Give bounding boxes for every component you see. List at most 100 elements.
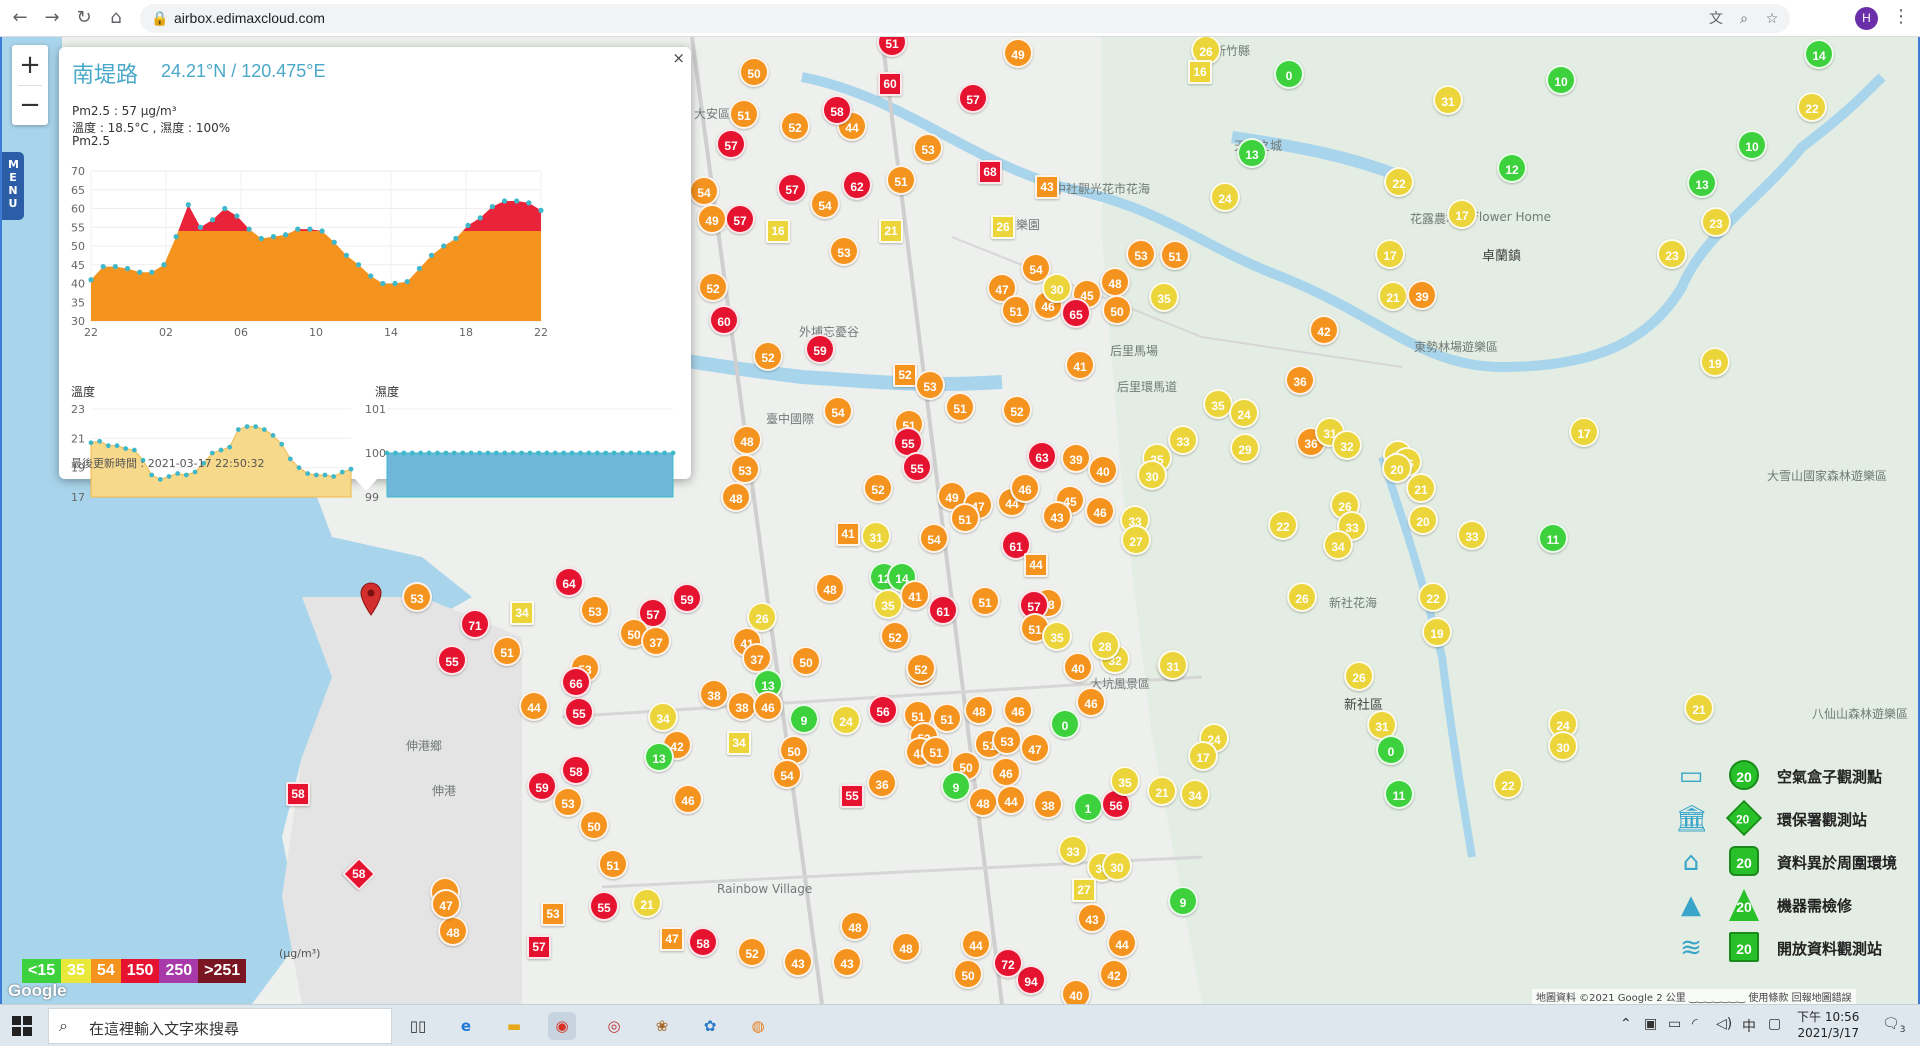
station-marker[interactable]: 53 <box>730 454 760 484</box>
battery-icon[interactable]: ▭ <box>1668 1016 1681 1032</box>
station-marker[interactable]: 48 <box>721 482 751 512</box>
station-marker[interactable]: 34 <box>510 601 534 625</box>
station-marker[interactable]: 39 <box>1061 443 1091 473</box>
station-marker[interactable]: 22 <box>1493 769 1523 799</box>
station-marker[interactable]: 55 <box>564 697 594 727</box>
station-marker[interactable]: 57 <box>958 83 988 113</box>
station-marker[interactable]: 51 <box>945 392 975 422</box>
station-marker[interactable]: 40 <box>1061 979 1091 1004</box>
station-marker[interactable]: 43 <box>1035 175 1059 199</box>
app-icon[interactable]: ◎ <box>600 1012 628 1040</box>
station-marker[interactable]: 46 <box>1003 695 1033 725</box>
station-marker[interactable]: 35 <box>1042 621 1072 651</box>
station-marker[interactable]: 16 <box>766 219 790 243</box>
station-marker[interactable]: 63 <box>1027 441 1057 471</box>
edge-icon[interactable]: e <box>452 1012 480 1040</box>
station-marker[interactable]: 53 <box>913 133 943 163</box>
station-marker[interactable]: 53 <box>915 370 945 400</box>
station-marker[interactable]: 33 <box>1058 835 1088 865</box>
station-marker[interactable]: 57 <box>777 173 807 203</box>
station-marker[interactable]: 51 <box>729 99 759 129</box>
taskbar-search[interactable]: ⌕ 在這裡輸入文字來搜尋 <box>48 1008 392 1044</box>
station-marker[interactable]: 17 <box>1375 239 1405 269</box>
station-marker[interactable]: 54 <box>810 189 840 219</box>
station-marker[interactable]: 30 <box>1102 851 1132 881</box>
tray-app-icon[interactable]: ▣ <box>1644 1016 1657 1032</box>
station-marker[interactable]: 43 <box>1042 501 1072 531</box>
station-marker[interactable]: 61 <box>928 595 958 625</box>
station-marker[interactable]: 50 <box>953 959 983 989</box>
menu-tab[interactable]: MENU <box>2 152 24 220</box>
station-marker[interactable]: 39 <box>1407 280 1437 310</box>
station-marker[interactable]: 53 <box>829 236 859 266</box>
station-marker[interactable]: 52 <box>863 473 893 503</box>
station-marker[interactable]: 46 <box>753 691 783 721</box>
station-marker[interactable]: 53 <box>580 595 610 625</box>
station-marker[interactable]: 31 <box>861 521 891 551</box>
station-marker[interactable]: 21 <box>1406 473 1436 503</box>
station-marker[interactable]: 33 <box>1457 520 1487 550</box>
zoom-icon[interactable]: ⌕ <box>1734 9 1754 29</box>
station-marker[interactable]: 56 <box>868 695 898 725</box>
station-marker[interactable]: 24 <box>1210 182 1240 212</box>
station-marker[interactable]: 26 <box>1287 582 1317 612</box>
station-marker[interactable]: 33 <box>1168 425 1198 455</box>
station-marker[interactable]: 19 <box>1422 617 1452 647</box>
station-marker[interactable]: 48 <box>964 695 994 725</box>
taskbar-clock[interactable]: 下午 10:56 2021/3/17 <box>1797 1009 1859 1041</box>
station-marker[interactable]: 65 <box>1061 298 1091 328</box>
station-marker[interactable]: 57 <box>716 129 746 159</box>
station-marker[interactable]: 58 <box>342 857 376 891</box>
station-marker[interactable]: 72 <box>993 948 1023 978</box>
station-marker[interactable]: 52 <box>906 653 936 683</box>
station-marker[interactable]: 38 <box>699 679 729 709</box>
home-icon[interactable]: ⌂ <box>104 6 128 30</box>
station-marker[interactable]: 54 <box>919 523 949 553</box>
station-marker[interactable]: 27 <box>1121 525 1151 555</box>
zoom-in-button[interactable]: + <box>12 45 48 85</box>
station-marker[interactable]: 34 <box>1323 530 1353 560</box>
station-marker[interactable]: 50 <box>1102 295 1132 325</box>
station-marker[interactable]: 53 <box>992 725 1022 755</box>
station-marker[interactable]: 22 <box>1268 510 1298 540</box>
station-marker[interactable]: 17 <box>1569 417 1599 447</box>
station-marker[interactable]: 52 <box>753 341 783 371</box>
station-marker[interactable]: 66 <box>561 667 591 697</box>
station-marker[interactable]: 47 <box>431 889 461 919</box>
station-marker[interactable]: 51 <box>970 586 1000 616</box>
station-marker[interactable]: 19 <box>1700 347 1730 377</box>
station-marker[interactable]: 49 <box>1003 38 1033 68</box>
star-icon[interactable]: ☆ <box>1762 9 1782 29</box>
station-marker[interactable]: 21 <box>632 888 662 918</box>
station-marker[interactable]: 46 <box>991 757 1021 787</box>
station-marker[interactable]: 58 <box>822 95 852 125</box>
station-marker[interactable]: 51 <box>950 503 980 533</box>
station-marker[interactable]: 21 <box>1147 776 1177 806</box>
station-marker[interactable]: 10 <box>1737 130 1767 160</box>
station-marker[interactable]: 59 <box>527 771 557 801</box>
station-marker[interactable]: 35 <box>1149 282 1179 312</box>
station-marker[interactable]: 48 <box>891 932 921 962</box>
station-marker[interactable]: 52 <box>780 111 810 141</box>
station-marker[interactable]: 12 <box>1497 153 1527 183</box>
station-marker[interactable]: 59 <box>672 583 702 613</box>
selected-station-pin-icon[interactable] <box>360 582 382 616</box>
station-marker[interactable]: 0 <box>1274 59 1304 89</box>
station-marker[interactable]: 40 <box>1088 455 1118 485</box>
station-marker[interactable]: 13 <box>1687 168 1717 198</box>
station-marker[interactable]: 46 <box>1085 496 1115 526</box>
station-marker[interactable]: 64 <box>554 567 584 597</box>
tray-chevron-icon[interactable]: ⌃ <box>1620 1016 1632 1032</box>
station-marker[interactable]: 44 <box>961 929 991 959</box>
map-attribution[interactable]: 地圖資料 ©2021 Google 2 公里 ‿‿‿‿‿‿‿ 使用條款 回報地圖… <box>1532 989 1856 1004</box>
station-marker[interactable]: 30 <box>1137 460 1167 490</box>
station-marker[interactable]: 51 <box>1001 295 1031 325</box>
windows-start-icon[interactable] <box>12 1016 32 1036</box>
station-marker[interactable]: 50 <box>739 57 769 87</box>
station-marker[interactable]: 34 <box>1180 779 1210 809</box>
chrome-icon[interactable]: ◉ <box>548 1012 576 1040</box>
station-marker[interactable]: 20 <box>1382 453 1412 483</box>
station-marker[interactable]: 57 <box>725 204 755 234</box>
station-marker[interactable]: 23 <box>1657 239 1687 269</box>
station-marker[interactable]: 21 <box>879 219 903 243</box>
